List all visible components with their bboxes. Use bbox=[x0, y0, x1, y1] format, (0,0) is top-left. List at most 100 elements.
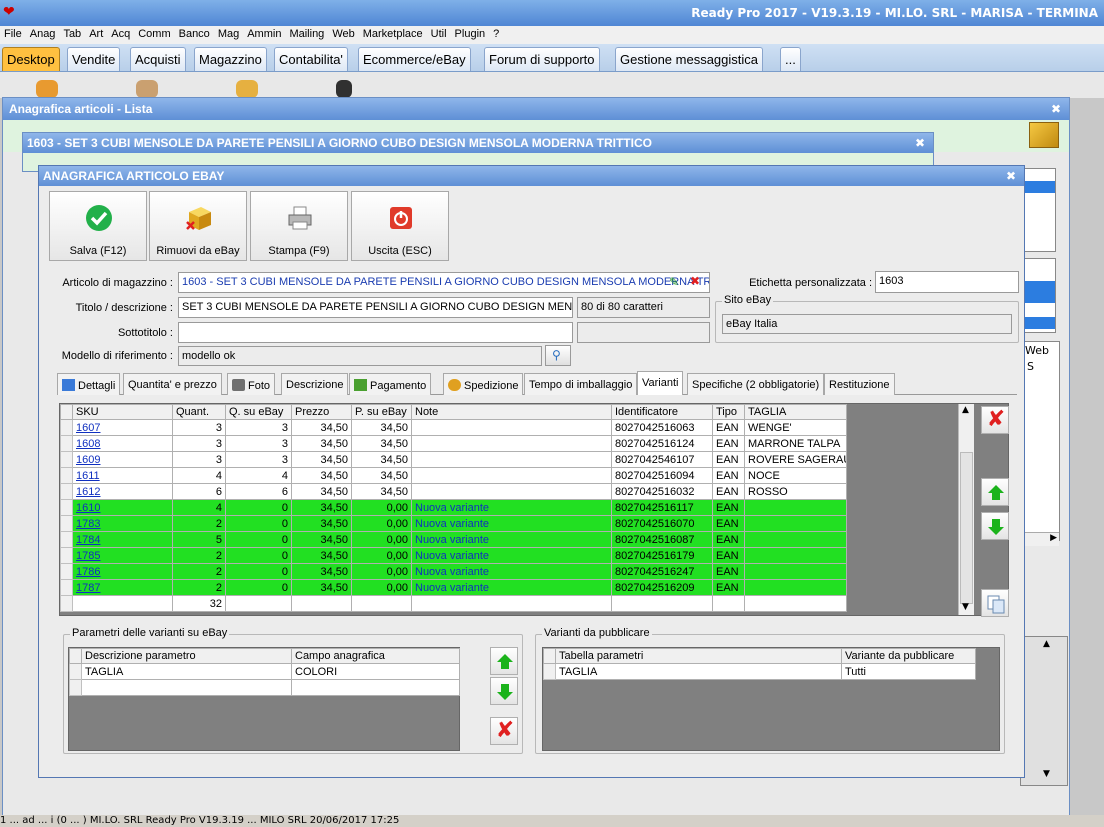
menu-item-8[interactable]: Ammin bbox=[243, 26, 285, 40]
variant-row[interactable]: 1611 4 4 34,50 34,50 8027042516094 EAN NOCE bbox=[60, 467, 847, 484]
variant-row[interactable]: 1607 3 3 34,50 34,50 8027042516063 EAN WENGE' bbox=[60, 419, 847, 436]
tab-forum-supporto[interactable]: Forum di supporto bbox=[484, 47, 600, 71]
menu-item-5[interactable]: Comm bbox=[134, 26, 174, 40]
subtab-dettagli[interactable]: Dettagli bbox=[57, 373, 121, 395]
scroll-up-icon[interactable]: ▲ bbox=[962, 405, 969, 415]
col-p-ebay[interactable]: P. su eBay bbox=[351, 404, 412, 420]
col-variante-pubblicare[interactable]: Variante da pubblicare bbox=[841, 648, 976, 664]
row-selector[interactable] bbox=[60, 515, 73, 532]
lista-h-scroll[interactable]: ▶ bbox=[1021, 532, 1059, 546]
param-descrizione[interactable]: TAGLIA bbox=[81, 663, 292, 680]
publish-variante[interactable]: Tutti bbox=[841, 663, 976, 680]
menu-item-13[interactable]: Plugin bbox=[451, 26, 490, 40]
col-identificatore[interactable]: Identificatore bbox=[611, 404, 713, 420]
row-selector[interactable] bbox=[60, 419, 73, 436]
variant-sku-cell[interactable]: 1787 bbox=[72, 579, 173, 596]
col-campo-anagrafica[interactable]: Campo anagrafica bbox=[291, 648, 460, 664]
variant-row[interactable]: 1786 2 0 34,50 0,00 Nuova variante 80270425162… bbox=[60, 563, 847, 580]
move-down-button[interactable] bbox=[981, 512, 1009, 540]
menu-item-7[interactable]: Mag bbox=[214, 26, 243, 40]
variant-sku-cell[interactable]: 1608 bbox=[72, 435, 173, 452]
subtab-spedizione[interactable]: Spedizione bbox=[443, 373, 524, 395]
variant-row[interactable]: 1609 3 3 34,50 34,50 8027042546107 EAN ROVERE S… bbox=[60, 451, 847, 468]
row-selector[interactable] bbox=[60, 547, 73, 564]
col-note[interactable]: Note bbox=[411, 404, 612, 420]
param-empty-cell[interactable] bbox=[291, 679, 460, 696]
tab-ecommerce-ebay[interactable]: Ecommerce/eBay bbox=[358, 47, 471, 71]
menu-item-12[interactable]: Util bbox=[427, 26, 451, 40]
col-q-ebay[interactable]: Q. su eBay bbox=[225, 404, 292, 420]
variant-sku-cell[interactable]: 1785 bbox=[72, 547, 173, 564]
lista-v-scroll[interactable]: ▲ ▼ bbox=[1020, 636, 1068, 786]
row-selector[interactable] bbox=[60, 451, 73, 468]
save-button[interactable]: Salva (F12) bbox=[49, 191, 147, 261]
tab-gestione-messaggistica[interactable]: Gestione messaggistica bbox=[615, 47, 764, 71]
variant-sku-cell[interactable]: 1783 bbox=[72, 515, 173, 532]
menu-item-0[interactable]: File bbox=[0, 26, 26, 40]
subtab-descrizione[interactable]: Descrizione bbox=[281, 373, 349, 395]
exit-button[interactable]: Uscita (ESC) bbox=[351, 191, 449, 261]
tab-more[interactable]: ... bbox=[780, 47, 801, 71]
copy-button[interactable] bbox=[981, 589, 1009, 617]
variant-row[interactable]: 1783 2 0 34,50 0,00 Nuova variante 80270425160… bbox=[60, 515, 847, 532]
variant-sku-cell[interactable]: 1607 bbox=[72, 419, 173, 436]
publish-tabella[interactable]: TAGLIA bbox=[555, 663, 842, 680]
row-selector[interactable] bbox=[60, 499, 73, 516]
variant-row[interactable]: 1784 5 0 34,50 0,00 Nuova variante 80270425160… bbox=[60, 531, 847, 548]
param-empty-cell[interactable] bbox=[81, 679, 292, 696]
etichetta-field[interactable]: 1603 bbox=[875, 271, 1019, 293]
move-up-button[interactable] bbox=[981, 478, 1009, 506]
lista-close-icon[interactable]: ✖ bbox=[1051, 102, 1061, 116]
menu-item-2[interactable]: Tab bbox=[59, 26, 85, 40]
row-selector[interactable] bbox=[60, 467, 73, 484]
dialog-close-icon[interactable]: ✖ bbox=[1006, 169, 1016, 183]
variant-row[interactable]: 1612 6 6 34,50 34,50 8027042516032 EAN ROSSO bbox=[60, 483, 847, 500]
scroll-up-icon[interactable]: ▲ bbox=[1043, 639, 1050, 649]
subtab-specifiche[interactable]: Specifiche (2 obbligatorie) bbox=[687, 373, 825, 395]
modello-field[interactable]: modello ok bbox=[178, 346, 542, 366]
row-selector[interactable] bbox=[60, 483, 73, 500]
tab-vendite[interactable]: Vendite bbox=[67, 47, 121, 71]
param-move-down-button[interactable] bbox=[490, 677, 518, 705]
param-move-up-button[interactable] bbox=[490, 647, 518, 675]
people-icon[interactable] bbox=[136, 80, 158, 98]
menu-item-9[interactable]: Mailing bbox=[285, 26, 328, 40]
menu-item-6[interactable]: Banco bbox=[175, 26, 214, 40]
subtab-restituzione[interactable]: Restituzione bbox=[824, 373, 895, 395]
articolo-field[interactable]: 1603 - SET 3 CUBI MENSOLE DA PARETE PENS… bbox=[178, 272, 710, 293]
subtab-pagamento[interactable]: Pagamento bbox=[349, 373, 432, 395]
tab-contabilita[interactable]: Contabilita' bbox=[274, 47, 348, 71]
param-delete-button[interactable]: ✘ bbox=[490, 717, 518, 745]
variant-sku-cell[interactable]: 1609 bbox=[72, 451, 173, 468]
variant-sku-cell[interactable]: 1610 bbox=[72, 499, 173, 516]
menu-item-1[interactable]: Anag bbox=[26, 26, 60, 40]
subtab-tempo-imballaggio[interactable]: Tempo di imballaggio bbox=[524, 373, 638, 395]
handshake-icon[interactable] bbox=[236, 80, 258, 98]
sottotitolo-field[interactable] bbox=[178, 322, 573, 343]
variant-sku-cell[interactable]: 1784 bbox=[72, 531, 173, 548]
tab-magazzino[interactable]: Magazzino bbox=[194, 47, 267, 71]
variants-v-scroll[interactable]: ▲ ▼ bbox=[958, 404, 974, 615]
row-selector[interactable] bbox=[60, 531, 73, 548]
clear-x-icon[interactable]: ✖ bbox=[690, 274, 700, 288]
menu-item-10[interactable]: Web bbox=[328, 26, 358, 40]
col-descrizione-parametro[interactable]: Descrizione parametro bbox=[81, 648, 292, 664]
menu-item-4[interactable]: Acq bbox=[107, 26, 134, 40]
col-tipo[interactable]: Tipo bbox=[712, 404, 745, 420]
col-quant[interactable]: Quant. bbox=[172, 404, 226, 420]
variant-sku-cell[interactable]: 1611 bbox=[72, 467, 173, 484]
menu-item-14[interactable]: ? bbox=[489, 26, 503, 40]
param-campo[interactable]: COLORI bbox=[291, 663, 460, 680]
scroll-down-icon[interactable]: ▼ bbox=[962, 602, 969, 612]
col-sku[interactable]: SKU bbox=[72, 404, 173, 420]
variant-row[interactable]: 1608 3 3 34,50 34,50 8027042516124 EAN MARRONE … bbox=[60, 435, 847, 452]
titolo-field[interactable]: SET 3 CUBI MENSOLE DA PARETE PENSILI A G… bbox=[178, 297, 573, 318]
variant-row[interactable]: 1610 4 0 34,50 0,00 Nuova variante 80270425161… bbox=[60, 499, 847, 516]
col-prezzo[interactable]: Prezzo bbox=[291, 404, 352, 420]
sito-ebay-field[interactable]: eBay Italia bbox=[722, 314, 1012, 334]
subtab-quantita-prezzo[interactable]: Quantita' e prezzo bbox=[123, 373, 222, 395]
scroll-right-icon[interactable]: ▶ bbox=[1050, 533, 1057, 543]
variant-row[interactable]: 1785 2 0 34,50 0,00 Nuova variante 80270425161… bbox=[60, 547, 847, 564]
delete-variant-button[interactable]: ✘ bbox=[981, 406, 1009, 434]
variant-row[interactable]: 1787 2 0 34,50 0,00 Nuova variante 80270425162… bbox=[60, 579, 847, 596]
